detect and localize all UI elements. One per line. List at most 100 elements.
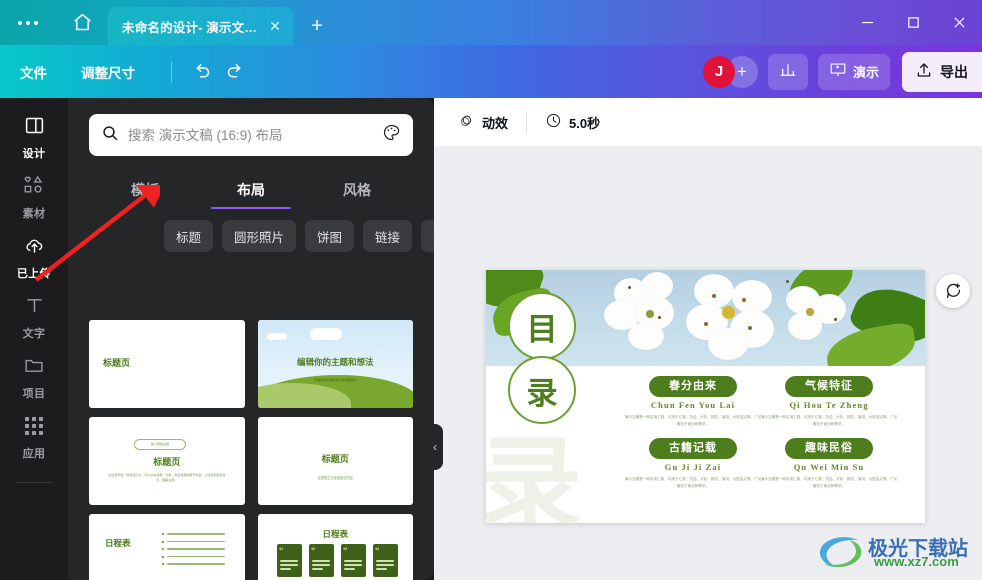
panel-tabs: 模板 布局 风格 bbox=[68, 170, 434, 209]
chip-circle-photo[interactable]: 圆形照片 bbox=[222, 220, 297, 252]
toc-item-title: 古籍记载 bbox=[649, 438, 737, 459]
sidebar-item-apps[interactable]: 应用 bbox=[0, 408, 68, 468]
layout-thumbnail[interactable]: 标题页 bbox=[89, 320, 245, 408]
app-header-toolbar: 文件 调整尺寸 J + 演示 导出 bbox=[0, 45, 982, 98]
layout-thumbnail[interactable]: 标题页 这里是正文或者描述内容 bbox=[257, 417, 413, 505]
thumb-card-num: 02 bbox=[311, 547, 316, 551]
redo-icon[interactable] bbox=[218, 55, 252, 89]
thumb-title: 标题页 bbox=[103, 358, 131, 368]
thumb-card-num: 01 bbox=[279, 547, 284, 551]
animate-button[interactable]: 动效 bbox=[450, 107, 516, 137]
animate-label: 动效 bbox=[482, 115, 509, 131]
chip-link[interactable]: 链接 bbox=[363, 220, 413, 252]
toc-item-title: 春分由来 bbox=[649, 376, 737, 397]
toc-item[interactable]: 趣味民俗 Qu Wei Min Su 演示文稿是一种实用工具，可用于汇报、总结、… bbox=[754, 438, 904, 490]
maximize-button[interactable] bbox=[890, 0, 936, 45]
toc-item[interactable]: 气候特征 Qi Hou Te Zheng 演示文稿是一种实用工具，可用于汇报、总… bbox=[754, 376, 904, 428]
sidebar-label-uploads: 已上传 bbox=[16, 268, 52, 280]
layouts-panel: 模板 布局 风格 标题 圆形照片 饼图 链接 条形图 › 标题页 bbox=[68, 98, 434, 580]
export-button[interactable]: 导出 bbox=[902, 51, 982, 92]
palette-icon[interactable] bbox=[382, 123, 401, 147]
collapse-panel-button[interactable]: ‹ bbox=[427, 424, 443, 470]
tab-title: 未命名的设计- 演示文稿 ... bbox=[122, 20, 265, 35]
sidebar-item-text[interactable]: 文字 bbox=[0, 288, 68, 348]
search-input[interactable] bbox=[128, 127, 373, 143]
thumb-body: 在这里添加一两句话正文，可以补充说明、引用、列表或其他细节内容。让读者有更多信息… bbox=[108, 473, 226, 483]
watermark-url: www.xz7.com bbox=[874, 554, 959, 569]
undo-icon[interactable] bbox=[184, 55, 218, 89]
layout-thumbnail[interactable]: 输入你的主题 标题页 在这里添加一两句话正文，可以补充说明、引用、列表或其他细节… bbox=[89, 417, 245, 505]
browser-tab[interactable]: 未命名的设计- 演示文稿 ... ✕ bbox=[108, 7, 293, 45]
chip-pie-chart[interactable]: 饼图 bbox=[305, 220, 355, 252]
sidebar-item-design[interactable]: 设计 bbox=[0, 108, 68, 168]
header-right-group: J + 演示 导出 bbox=[702, 51, 982, 92]
layout-thumbnail[interactable]: 日程表 01 02 03 04 bbox=[257, 514, 413, 580]
close-window-button[interactable] bbox=[936, 0, 982, 45]
search-icon bbox=[101, 124, 119, 147]
apps-grid-icon bbox=[24, 416, 44, 441]
close-icon[interactable]: ✕ bbox=[265, 16, 285, 36]
sidebar-item-uploads[interactable]: 已上传 bbox=[0, 228, 68, 288]
folder-icon bbox=[23, 355, 45, 381]
canva-editor-window: 未命名的设计- 演示文稿 ... ✕ + 文件 调整尺寸 J + 演示 导出 设… bbox=[0, 0, 982, 580]
sidebar-item-projects[interactable]: 项目 bbox=[0, 348, 68, 408]
search-wrapper bbox=[68, 98, 434, 156]
cloud-shape bbox=[309, 328, 342, 340]
layout-icon bbox=[24, 115, 45, 141]
toc-circle-top: 目 bbox=[508, 292, 576, 360]
canvas-area: 动效 5.0秒 录 目 录 春分由来 Chun Fen You Lai 演示文稿… bbox=[434, 98, 982, 580]
window-controls bbox=[844, 0, 982, 45]
toc-item-pinyin: Qi Hou Te Zheng bbox=[789, 400, 869, 410]
present-screen-icon bbox=[829, 61, 847, 82]
layout-thumbnail[interactable]: 编辑你的主题和想法 添加你的主题和想法的简要描述 bbox=[257, 320, 413, 408]
tab-templates[interactable]: 模板 bbox=[92, 170, 198, 209]
present-button[interactable]: 演示 bbox=[817, 53, 890, 90]
add-comment-icon[interactable] bbox=[936, 274, 970, 308]
window-menu-dots[interactable] bbox=[0, 0, 56, 45]
toc-circle-bottom: 录 bbox=[508, 356, 576, 424]
chip-title[interactable]: 标题 bbox=[164, 220, 214, 252]
chip-bar-chart[interactable]: 条形图 bbox=[421, 220, 434, 252]
thumb-card-num: 04 bbox=[375, 547, 380, 551]
sidebar-label-text: 文字 bbox=[22, 328, 46, 340]
thumb-title: 日程表 bbox=[322, 529, 348, 539]
thumb-bullet-group bbox=[162, 533, 234, 565]
home-icon[interactable] bbox=[56, 0, 108, 45]
toc-item[interactable]: 春分由来 Chun Fen You Lai 演示文稿是一种实用工具，可用于汇报、… bbox=[618, 376, 768, 428]
tab-layouts[interactable]: 布局 bbox=[198, 170, 304, 209]
toc-item-pinyin: Chun Fen You Lai bbox=[650, 400, 736, 410]
new-tab-button[interactable]: + bbox=[293, 7, 341, 45]
layout-thumbnail[interactable]: 日程表 bbox=[89, 514, 245, 580]
toc-item-desc: 演示文稿是一种实用工具，可用于汇报、总结、分析、报告、演讲、大型会议等，广泛服务… bbox=[624, 415, 762, 426]
search-box[interactable] bbox=[89, 114, 413, 156]
thumb-title: 标题页 bbox=[153, 457, 181, 467]
browser-tab-strip: 未命名的设计- 演示文稿 ... ✕ + bbox=[0, 0, 982, 45]
thumb-badge-text: 输入你的主题 bbox=[150, 442, 169, 446]
thumb-title: 编辑你的主题和想法 bbox=[296, 357, 374, 367]
file-menu-button[interactable]: 文件 bbox=[20, 62, 47, 82]
minimize-button[interactable] bbox=[844, 0, 890, 45]
export-label: 导出 bbox=[940, 63, 968, 80]
filter-chips: 标题 圆形照片 饼图 链接 条形图 › bbox=[68, 209, 434, 252]
resize-menu-button[interactable]: 调整尺寸 bbox=[81, 62, 135, 82]
avatar[interactable]: J bbox=[702, 55, 735, 88]
duration-label: 5.0秒 bbox=[569, 115, 601, 131]
shapes-icon bbox=[23, 175, 46, 201]
toc-item-desc: 演示文稿是一种实用工具，可用于汇报、总结、分析、报告、演讲、大型会议等，广泛服务… bbox=[760, 477, 898, 488]
sidebar-label-design: 设计 bbox=[22, 148, 46, 160]
layout-thumbnail-list: 标题页 编辑你的主题和想法 添加你的主题和想法的简要描述 输入你的主题 标题页 … bbox=[68, 320, 434, 580]
left-rail: 设计 素材 已上传 文字 项目 应用 bbox=[0, 98, 68, 580]
toolbar-divider bbox=[171, 60, 172, 83]
watermark: 极光下载站 www.xz7.com bbox=[818, 532, 978, 576]
thumb-title: 日程表 bbox=[105, 538, 131, 548]
toc-item[interactable]: 古籍记载 Gu Ji Ji Zai 演示文稿是一种实用工具，可用于汇报、总结、分… bbox=[618, 438, 768, 490]
duration-button[interactable]: 5.0秒 bbox=[537, 107, 608, 137]
tab-styles[interactable]: 风格 bbox=[304, 170, 410, 209]
toc-item-title: 气候特征 bbox=[785, 376, 873, 397]
present-label: 演示 bbox=[852, 65, 879, 80]
insights-icon bbox=[779, 61, 797, 82]
sidebar-item-elements[interactable]: 素材 bbox=[0, 168, 68, 228]
slide-canvas[interactable]: 录 目 录 春分由来 Chun Fen You Lai 演示文稿是一种实用工具，… bbox=[486, 270, 925, 523]
insights-button[interactable] bbox=[767, 53, 808, 90]
text-icon bbox=[24, 295, 45, 321]
